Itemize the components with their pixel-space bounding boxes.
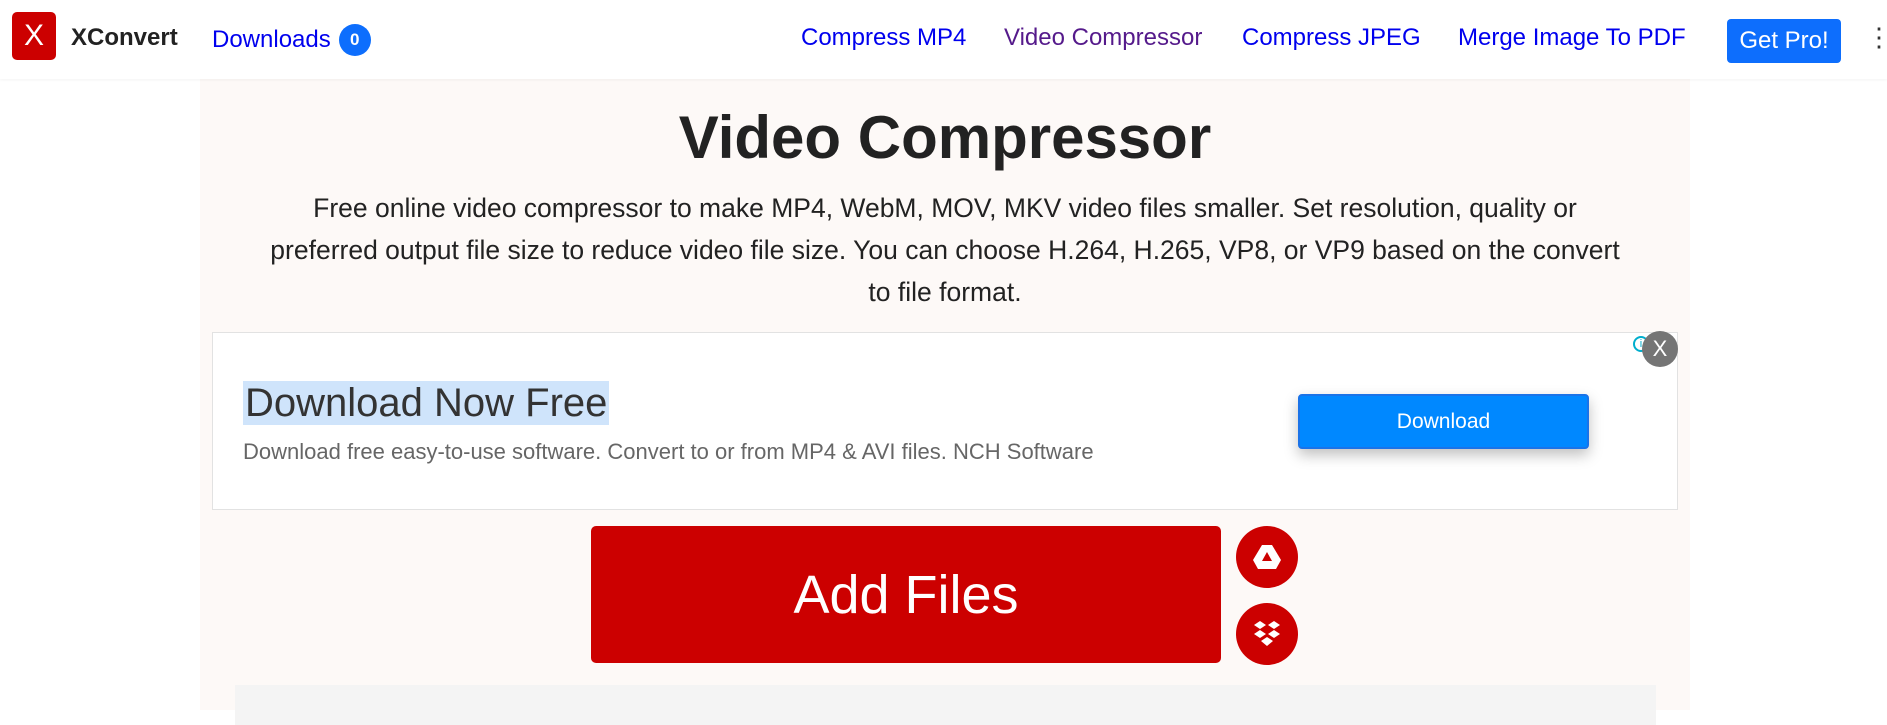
ad-heading[interactable]: Download Now Free xyxy=(243,381,610,425)
downloads-link[interactable]: Downloads 0 xyxy=(212,24,371,56)
nav-compress-mp4[interactable]: Compress MP4 xyxy=(801,24,966,52)
more-options-icon[interactable]: ⋮ xyxy=(1866,22,1887,53)
downloads-label: Downloads xyxy=(212,26,331,53)
google-drive-icon xyxy=(1253,545,1281,569)
brand-name[interactable]: XConvert xyxy=(71,24,178,52)
ad-download-button[interactable]: Download xyxy=(1298,394,1589,449)
downloads-count-badge: 0 xyxy=(338,24,371,56)
ad-close-button[interactable]: X xyxy=(1642,331,1678,367)
nav-video-compressor[interactable]: Video Compressor xyxy=(1004,24,1202,52)
nav-compress-jpeg[interactable]: Compress JPEG xyxy=(1242,24,1421,52)
google-drive-button[interactable] xyxy=(1236,526,1298,588)
file-list-area xyxy=(235,685,1656,725)
main-content: Video Compressor Free online video compr… xyxy=(200,79,1690,725)
ad-subtext[interactable]: Download free easy-to-use software. Conv… xyxy=(243,439,1094,465)
dropbox-icon xyxy=(1254,621,1280,646)
dropbox-button[interactable] xyxy=(1236,603,1298,665)
add-files-button[interactable]: Add Files xyxy=(591,526,1221,663)
nav-merge-image-to-pdf[interactable]: Merge Image To PDF xyxy=(1458,24,1686,52)
logo[interactable]: X xyxy=(12,12,56,60)
top-nav: X XConvert Downloads 0 Compress MP4 Video… xyxy=(0,0,1887,79)
page-title: Video Compressor xyxy=(678,104,1212,171)
get-pro-button[interactable]: Get Pro! xyxy=(1727,19,1841,63)
ad-banner[interactable]: Download Now Free Download free easy-to-… xyxy=(212,331,1678,510)
page-description: Free online video compressor to make MP4… xyxy=(270,193,1620,307)
